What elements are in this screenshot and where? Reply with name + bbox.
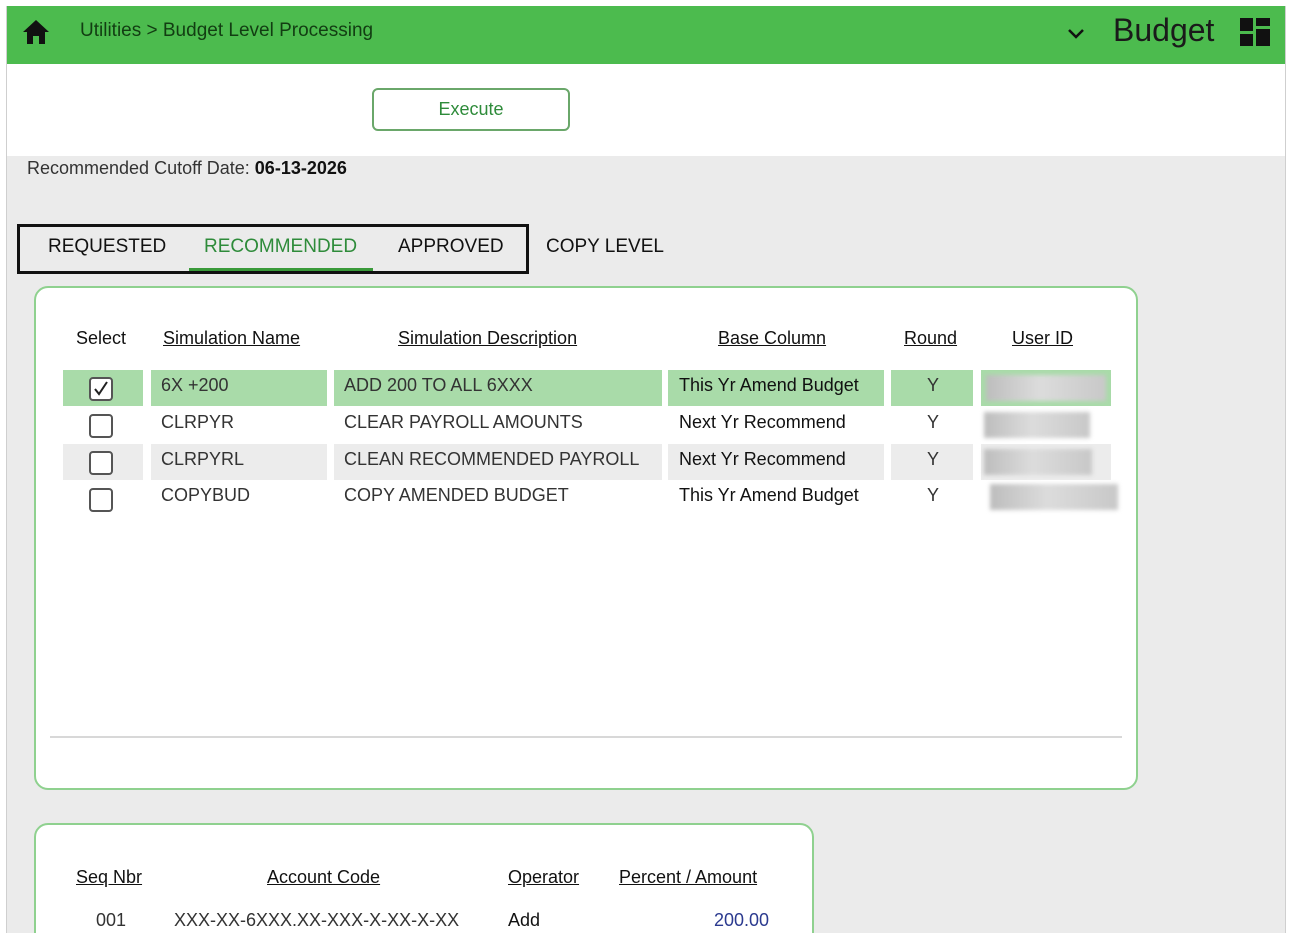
col-operator[interactable]: Operator xyxy=(508,867,579,888)
simulation-description: ADD 200 TO ALL 6XXX xyxy=(344,375,533,395)
panel-divider xyxy=(50,736,1122,738)
base-column: This Yr Amend Budget xyxy=(679,485,859,505)
app-title: Budget xyxy=(1113,12,1215,48)
simulation-description: CLEAN RECOMMENDED PAYROLL xyxy=(344,449,640,469)
tab-requested[interactable]: REQUESTED xyxy=(48,236,166,258)
round-value: Y xyxy=(927,485,940,505)
simulation-panel: Select Simulation Name Simulation Descri… xyxy=(34,286,1138,790)
cutoff-label: Recommended Cutoff Date: xyxy=(27,158,255,178)
dashboard-grid-icon[interactable] xyxy=(1239,17,1271,47)
base-column: This Yr Amend Budget xyxy=(679,375,859,395)
top-bar: Utilities > Budget Level Processing Budg… xyxy=(7,6,1285,64)
seq-nbr: 001 xyxy=(96,910,127,930)
select-checkbox[interactable] xyxy=(89,377,113,401)
home-icon[interactable] xyxy=(21,18,51,46)
cutoff-date: Recommended Cutoff Date: 06-13-2026 xyxy=(27,158,347,179)
simulation-name: CLRPYRL xyxy=(161,449,245,469)
select-checkbox[interactable] xyxy=(89,488,113,512)
col-simulation-description[interactable]: Simulation Description xyxy=(398,328,577,349)
breadcrumb[interactable]: Utilities > Budget Level Processing xyxy=(80,20,373,42)
app-window: Utilities > Budget Level Processing Budg… xyxy=(6,6,1286,933)
col-base-column[interactable]: Base Column xyxy=(718,328,826,349)
tab-recommended[interactable]: RECOMMENDED xyxy=(204,236,357,258)
account-panel: Seq Nbr Account Code Operator Percent / … xyxy=(34,823,814,933)
check-icon xyxy=(94,381,108,396)
toolbar-area xyxy=(7,64,1285,156)
execute-button[interactable]: Execute xyxy=(372,88,570,131)
user-id-redacted xyxy=(984,449,1092,475)
select-checkbox[interactable] xyxy=(89,451,113,475)
col-seq-nbr[interactable]: Seq Nbr xyxy=(76,867,142,888)
user-id-redacted xyxy=(984,412,1090,438)
user-id-redacted xyxy=(990,484,1118,510)
tab-copy-level[interactable]: COPY LEVEL xyxy=(546,236,664,258)
operator: Add xyxy=(508,910,541,930)
user-id-redacted xyxy=(986,375,1106,401)
cutoff-value: 06-13-2026 xyxy=(254,158,347,178)
tab-approved[interactable]: APPROVED xyxy=(398,236,504,258)
round-value: Y xyxy=(927,449,940,469)
round-value: Y xyxy=(927,375,940,395)
simulation-name: 6X +200 xyxy=(161,375,229,395)
percent-amount: 200.00 xyxy=(714,910,770,930)
col-percent-amount[interactable]: Percent / Amount xyxy=(619,867,757,888)
base-column: Next Yr Recommend xyxy=(679,449,846,469)
col-user-id[interactable]: User ID xyxy=(1012,328,1073,349)
col-select: Select xyxy=(76,328,127,348)
col-round[interactable]: Round xyxy=(904,328,957,349)
active-tab-indicator xyxy=(189,268,373,271)
simulation-description: CLEAR PAYROLL AMOUNTS xyxy=(344,412,583,432)
select-checkbox[interactable] xyxy=(89,414,113,438)
round-value: Y xyxy=(927,412,940,432)
simulation-description: COPY AMENDED BUDGET xyxy=(344,485,569,505)
chevron-down-icon[interactable] xyxy=(1065,22,1087,44)
simulation-name: COPYBUD xyxy=(161,485,251,505)
base-column: Next Yr Recommend xyxy=(679,412,846,432)
account-code: XXX-XX-6XXX.XX-XXX-X-XX-X-XX xyxy=(174,910,460,930)
col-simulation-name[interactable]: Simulation Name xyxy=(163,328,300,349)
simulation-name: CLRPYR xyxy=(161,412,235,432)
col-account-code[interactable]: Account Code xyxy=(267,867,380,888)
